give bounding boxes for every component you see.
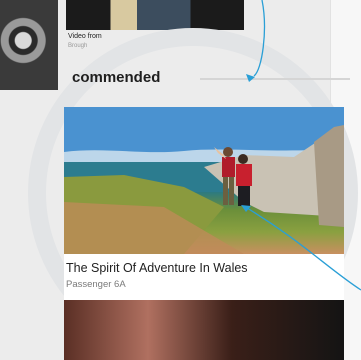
top-left-thumbnail[interactable] (0, 0, 58, 90)
next-card-thumbnail[interactable] (64, 300, 344, 360)
top-video-thumbnail[interactable] (66, 0, 244, 30)
heading-divider (200, 78, 350, 80)
recommended-heading: commended (72, 69, 161, 86)
card-source: Passenger 6A (66, 279, 126, 290)
video-caption[interactable]: Video from (68, 33, 102, 40)
card-image[interactable] (64, 107, 344, 254)
coast-photo (64, 107, 344, 254)
card-title[interactable]: The Spirit Of Adventure In Wales (66, 261, 248, 275)
video-source: Brough (68, 43, 88, 49)
recommended-card[interactable]: The Spirit Of Adventure In Wales Passeng… (64, 107, 344, 307)
